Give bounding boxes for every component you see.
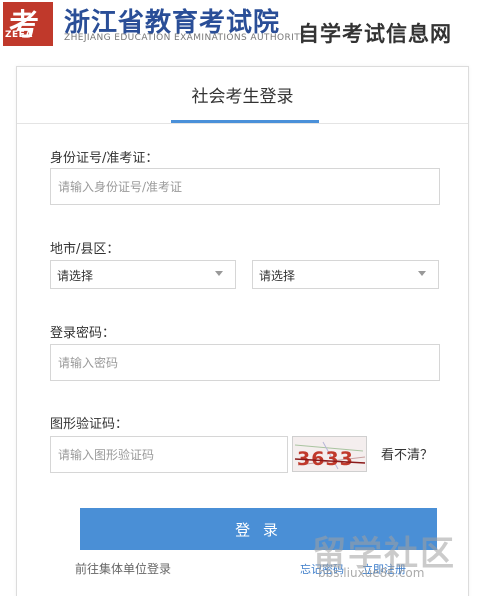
login-tab-bar: 社会考生登录 [17, 67, 468, 124]
login-card: 社会考生登录 身份证号/准考证： 地市/县区： 请选择 请选择 登录密码： 图形… [16, 66, 469, 596]
city-select-value: 请选择 [57, 269, 94, 283]
id-number-label: 身份证号/准考证： [50, 151, 159, 166]
password-input[interactable] [50, 344, 440, 381]
region-label: 地市/县区： [50, 242, 120, 257]
org-name-en: ZHEJIANG EDUCATION EXAMINATIONS AUTHORIT… [64, 33, 306, 43]
city-select[interactable]: 请选择 [50, 260, 236, 289]
id-number-input[interactable] [50, 168, 440, 205]
county-select-value: 请选择 [259, 269, 296, 283]
group-login-link[interactable]: 前往集体单位登录 [75, 560, 171, 577]
logo-abbr: ZEEA [5, 30, 33, 40]
chevron-down-icon [215, 271, 223, 276]
site-name: 自学考试信息网 [298, 21, 452, 46]
county-select[interactable]: 请选择 [252, 260, 439, 289]
captcha-refresh-link[interactable]: 看不清？ [381, 444, 433, 463]
captcha-input[interactable] [50, 436, 288, 473]
watermark: 留学社区 bbs.liuxue86.com [312, 526, 472, 588]
site-header: 考 ZEEA 浙江省教育考试院 ZHEJIANG EDUCATION EXAMI… [0, 0, 481, 48]
captcha-label: 图形验证码： [50, 417, 129, 432]
tab-social-candidate-login[interactable]: 社会考生登录 [17, 82, 468, 107]
chevron-down-icon [418, 271, 426, 276]
zeea-logo[interactable]: 考 ZEEA [3, 2, 53, 46]
captcha-image[interactable]: 3633 [292, 436, 367, 472]
watermark-url: bbs.liuxue86.com [318, 566, 425, 580]
active-tab-indicator [171, 120, 319, 123]
password-label: 登录密码： [50, 326, 116, 341]
